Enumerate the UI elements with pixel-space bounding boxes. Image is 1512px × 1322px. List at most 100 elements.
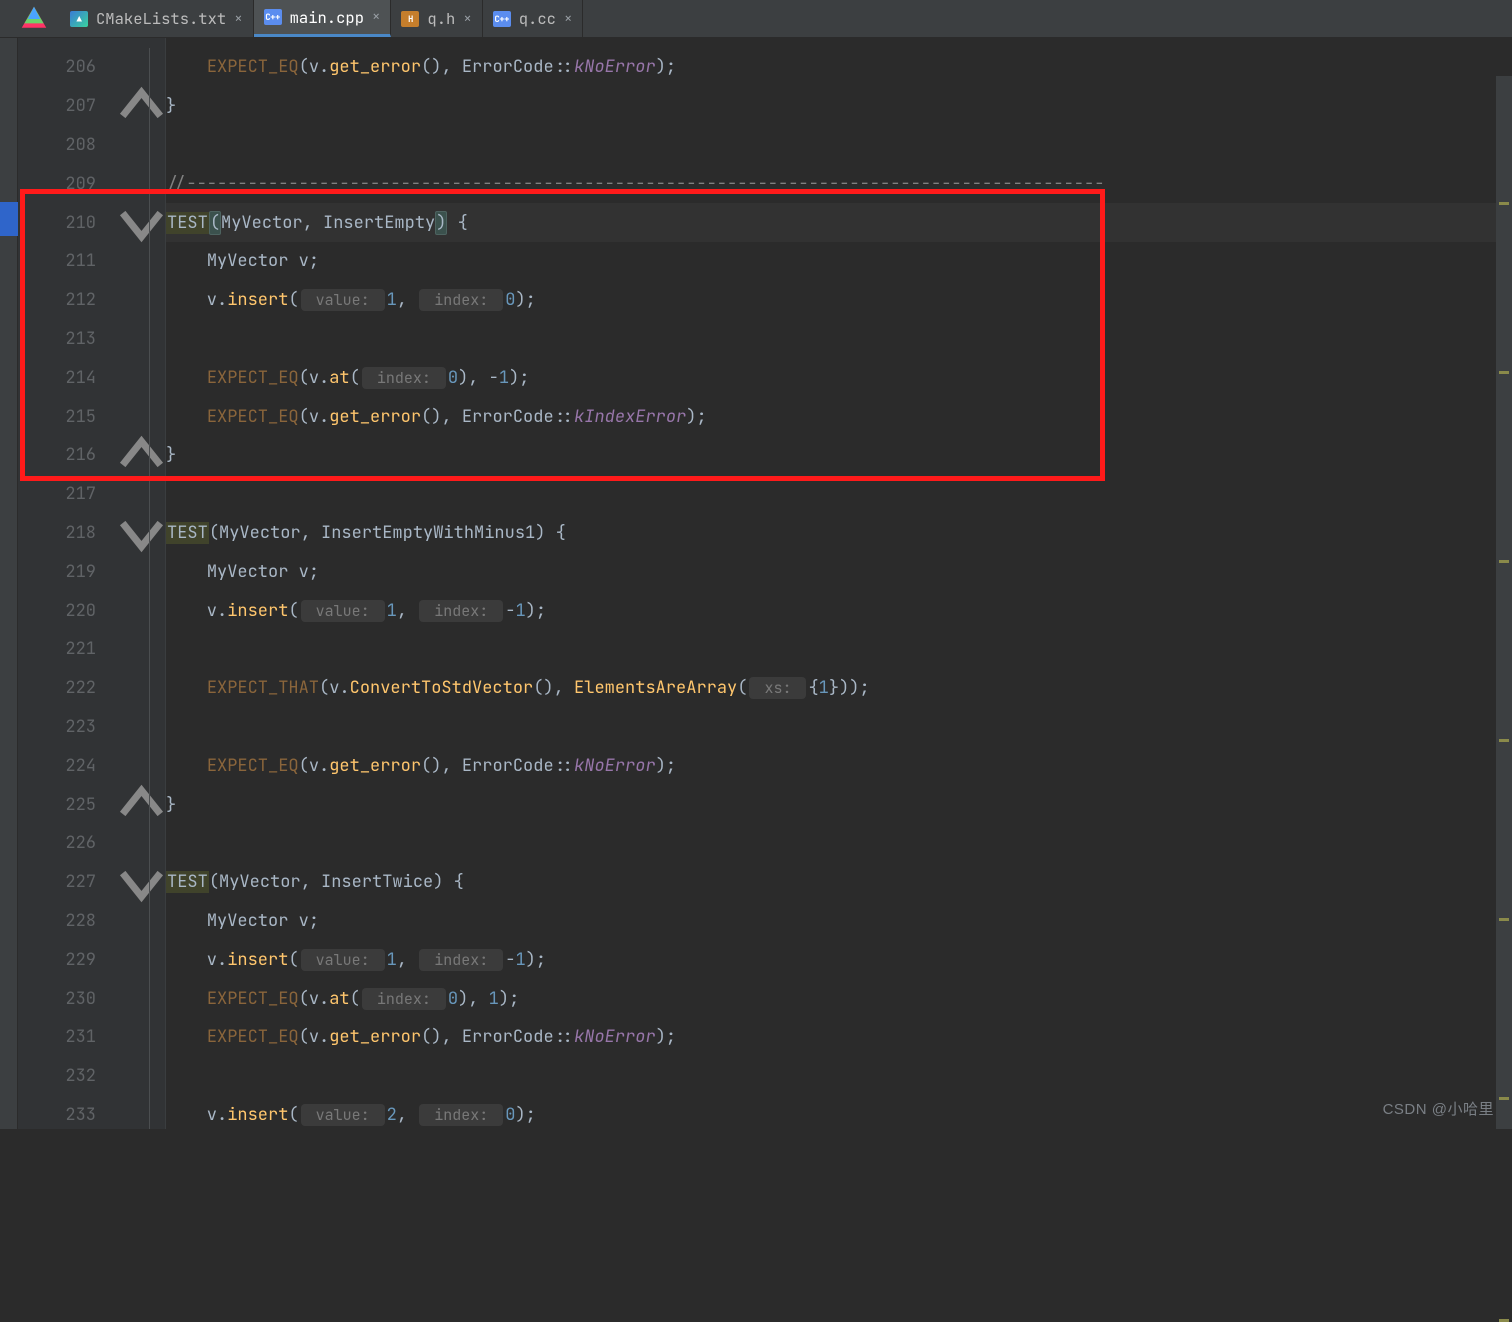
code-line[interactable]: MyVector v; [166, 552, 1512, 591]
scrollbar-marker[interactable] [1499, 560, 1509, 563]
editor-tab-q-h[interactable]: Hq.h× [391, 0, 482, 37]
tab-label: q.cc [519, 8, 556, 29]
line-number[interactable]: 213 [18, 320, 118, 359]
code-line[interactable]: v.insert( value: 1, index: -1); [166, 591, 1512, 630]
close-icon[interactable]: × [234, 10, 242, 28]
code-line[interactable]: TEST(MyVector, InsertTwice) { [166, 863, 1512, 902]
line-number[interactable]: 232 [18, 1057, 118, 1096]
code-line[interactable]: EXPECT_EQ(v.get_error(), ErrorCode::kNoE… [166, 1018, 1512, 1057]
line-number[interactable]: 219 [18, 552, 118, 591]
scrollbar-marker[interactable] [1499, 918, 1509, 921]
close-icon[interactable]: × [372, 8, 380, 26]
scrollbar-marker[interactable] [1499, 1319, 1509, 1322]
line-number[interactable]: 216 [18, 436, 118, 475]
fold-spacer [118, 630, 165, 669]
line-number[interactable]: 228 [18, 902, 118, 941]
line-number[interactable]: 233 [18, 1096, 118, 1135]
line-number[interactable]: 223 [18, 708, 118, 747]
code-line[interactable] [166, 630, 1512, 669]
fold-open-icon[interactable] [118, 863, 165, 902]
fold-open-icon[interactable] [118, 203, 165, 242]
line-number[interactable]: 210 [18, 203, 118, 242]
code-line[interactable] [166, 824, 1512, 863]
code-line[interactable]: EXPECT_THAT(v.ConvertToStdVector(), Elem… [166, 669, 1512, 708]
line-number[interactable]: 208 [18, 126, 118, 165]
fold-spacer [118, 552, 165, 591]
fold-close-icon[interactable] [118, 785, 165, 824]
scrollbar-marker[interactable] [1499, 1097, 1509, 1100]
fold-guide-line [149, 48, 150, 1129]
fold-spacer [118, 708, 165, 747]
code-line[interactable]: EXPECT_EQ(v.get_error(), ErrorCode::kInd… [166, 397, 1512, 436]
code-line[interactable]: //--------------------------------------… [166, 164, 1512, 203]
fold-spacer [118, 164, 165, 203]
line-number[interactable]: 229 [18, 940, 118, 979]
line-number[interactable]: 226 [18, 824, 118, 863]
code-line[interactable]: MyVector v; [166, 902, 1512, 941]
fold-close-icon[interactable] [118, 436, 165, 475]
code-line[interactable]: v.insert( value: 1, index: 0); [166, 281, 1512, 320]
fold-close-icon[interactable] [118, 87, 165, 126]
editor-tab-q-cc[interactable]: C++q.cc× [483, 0, 584, 37]
code-line[interactable]: } [166, 87, 1512, 126]
line-number[interactable]: 222 [18, 669, 118, 708]
line-number[interactable]: 215 [18, 397, 118, 436]
code-line[interactable]: MyVector v; [166, 242, 1512, 281]
fold-column[interactable] [118, 38, 166, 1129]
fold-spacer [118, 591, 165, 630]
code-line[interactable]: TEST(MyVector, InsertEmptyWithMinus1) { [166, 514, 1512, 553]
code-editor[interactable]: 2062072082092102112122132142152162172182… [0, 38, 1512, 1129]
line-number[interactable]: 230 [18, 979, 118, 1018]
code-area[interactable]: EXPECT_EQ(v.get_error(), ErrorCode::kNoE… [166, 38, 1512, 1129]
line-number[interactable]: 211 [18, 242, 118, 281]
editor-tab-main-cpp[interactable]: C++main.cpp× [254, 0, 392, 37]
line-number[interactable]: 224 [18, 746, 118, 785]
scrollbar-marker[interactable] [1499, 739, 1509, 742]
line-number[interactable]: 217 [18, 475, 118, 514]
fold-spacer [118, 397, 165, 436]
code-line[interactable]: EXPECT_EQ(v.at( index: 0), 1); [166, 979, 1512, 1018]
line-number[interactable]: 221 [18, 630, 118, 669]
line-number[interactable]: 214 [18, 358, 118, 397]
close-icon[interactable]: × [564, 10, 572, 28]
editor-tab-CMakeLists-txt[interactable]: ▲CMakeLists.txt× [60, 0, 254, 37]
code-line[interactable]: EXPECT_EQ(v.get_error(), ErrorCode::kNoE… [166, 48, 1512, 87]
code-line[interactable] [166, 475, 1512, 514]
close-icon[interactable]: × [463, 10, 471, 28]
code-line[interactable]: v.insert( value: 2, index: 0); [166, 1096, 1512, 1135]
scrollbar-marker[interactable] [1499, 202, 1509, 205]
code-line[interactable]: EXPECT_EQ(v.get_error(), ErrorCode::kNoE… [166, 746, 1512, 785]
line-number-gutter[interactable]: 2062072082092102112122132142152162172182… [18, 38, 118, 1129]
line-number[interactable]: 212 [18, 281, 118, 320]
scrollbar-marker[interactable] [1499, 371, 1509, 374]
line-number[interactable]: 207 [18, 87, 118, 126]
line-number[interactable]: 218 [18, 514, 118, 553]
code-line[interactable] [166, 320, 1512, 359]
line-number[interactable]: 225 [18, 785, 118, 824]
code-line[interactable] [166, 126, 1512, 165]
line-number[interactable]: 231 [18, 1018, 118, 1057]
code-line[interactable] [166, 1057, 1512, 1096]
fold-spacer [118, 1096, 165, 1135]
vertical-scrollbar[interactable] [1496, 76, 1512, 1129]
line-number[interactable]: 209 [18, 164, 118, 203]
code-line[interactable]: TEST(MyVector, InsertEmpty) { [166, 203, 1512, 242]
code-line[interactable]: } [166, 785, 1512, 824]
watermark-text: CSDN @小哈里 [1383, 1098, 1494, 1119]
clion-logo-icon [20, 5, 48, 33]
fold-spacer [118, 746, 165, 785]
code-line[interactable]: } [166, 436, 1512, 475]
fold-spacer [118, 242, 165, 281]
line-number[interactable]: 220 [18, 591, 118, 630]
fold-spacer [118, 475, 165, 514]
line-number[interactable]: 227 [18, 863, 118, 902]
analysis-marker [0, 202, 18, 236]
code-line[interactable]: v.insert( value: 1, index: -1); [166, 940, 1512, 979]
fold-spacer [118, 48, 165, 87]
fold-open-icon[interactable] [118, 514, 165, 553]
code-line[interactable]: EXPECT_EQ(v.at( index: 0), -1); [166, 358, 1512, 397]
code-line[interactable] [166, 708, 1512, 747]
tab-label: main.cpp [290, 7, 364, 28]
fold-spacer [118, 669, 165, 708]
line-number[interactable]: 206 [18, 48, 118, 87]
